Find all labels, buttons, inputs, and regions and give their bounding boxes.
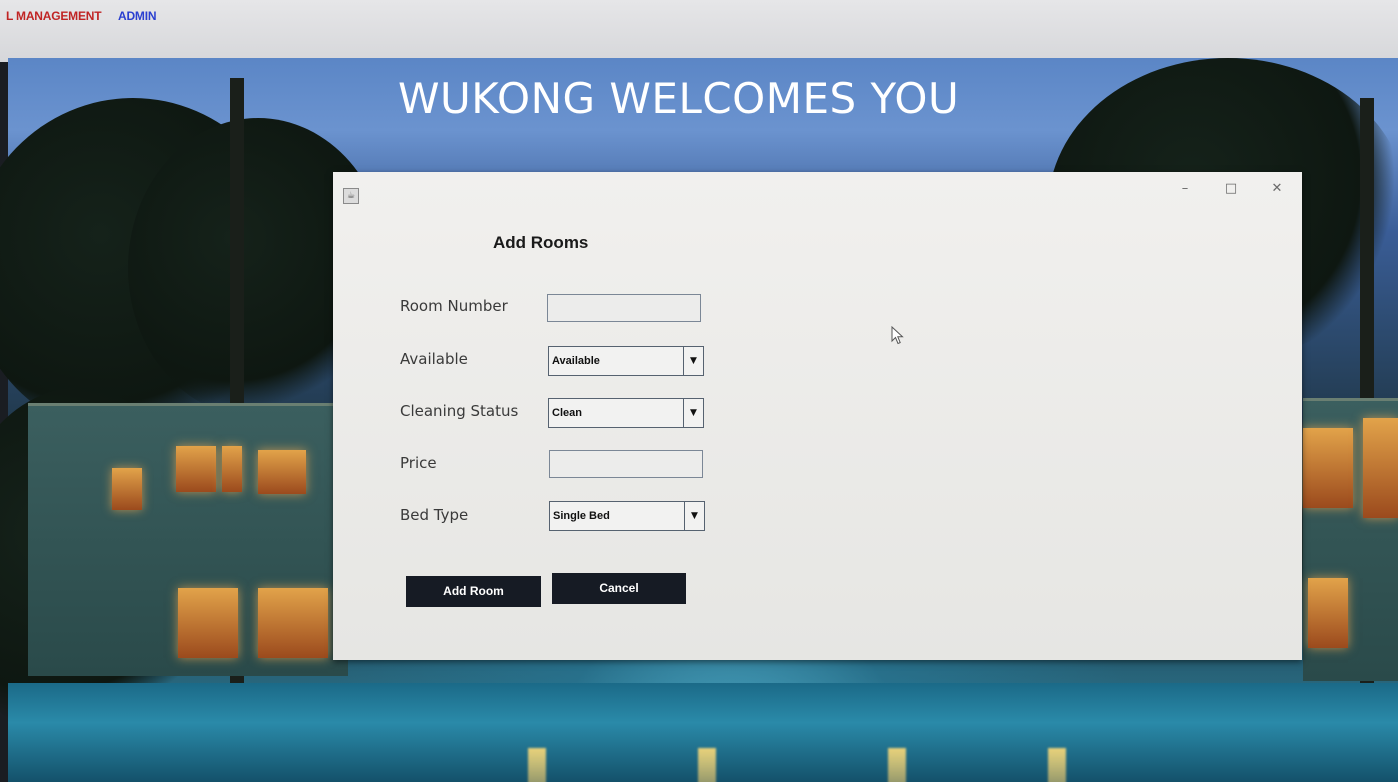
triangle-down-icon[interactable]: ▼ [684, 502, 704, 530]
mouse-pointer-icon [891, 326, 904, 345]
triangle-down-icon[interactable]: ▼ [683, 399, 703, 427]
lit-window [258, 450, 306, 494]
close-button[interactable]: ✕ [1254, 176, 1300, 202]
add-room-button[interactable]: Add Room [406, 576, 541, 607]
available-select[interactable]: Available ▼ [548, 346, 704, 376]
cancel-button[interactable]: Cancel [552, 573, 686, 604]
menu-admin[interactable]: ADMIN [118, 9, 157, 23]
maximize-button[interactable]: □ [1208, 176, 1254, 202]
minimize-button[interactable]: – [1162, 176, 1208, 202]
available-label: Available [400, 350, 468, 368]
lit-window [1303, 428, 1353, 508]
java-cup-icon: ☕ [343, 188, 359, 204]
price-label: Price [400, 454, 437, 472]
lit-window [1363, 418, 1398, 518]
lit-window [112, 468, 142, 510]
bed-type-select[interactable]: Single Bed ▼ [549, 501, 705, 531]
screen: L MANAGEMENT ADMIN WUKONG WELCOMES YOU ☕… [0, 0, 1398, 782]
bed-type-label: Bed Type [400, 506, 469, 524]
bed-type-selected-value: Single Bed [553, 510, 610, 522]
cleaning-status-selected-value: Clean [552, 407, 582, 419]
dialog-title: Add Rooms [493, 233, 589, 252]
lit-window [258, 588, 328, 658]
pool-light [528, 748, 546, 782]
lit-window [178, 588, 238, 658]
pool-light [888, 748, 906, 782]
room-number-input[interactable] [547, 294, 701, 322]
cleaning-status-select[interactable]: Clean ▼ [548, 398, 704, 428]
triangle-down-icon[interactable]: ▼ [683, 347, 703, 375]
pool-light [1048, 748, 1066, 782]
available-selected-value: Available [552, 355, 600, 367]
cleaning-status-label: Cleaning Status [400, 402, 519, 420]
menu-management[interactable]: L MANAGEMENT [6, 9, 102, 23]
lit-window [176, 446, 216, 492]
room-number-label: Room Number [400, 297, 508, 315]
price-input[interactable] [549, 450, 703, 478]
lit-window [222, 446, 242, 492]
pool-light [698, 748, 716, 782]
welcome-heading: WUKONG WELCOMES YOU [398, 74, 960, 123]
lit-window [1308, 578, 1348, 648]
app-menubar: L MANAGEMENT ADMIN [0, 0, 1398, 62]
add-rooms-dialog: ☕ – □ ✕ Add Rooms Room Number Available … [333, 172, 1302, 660]
